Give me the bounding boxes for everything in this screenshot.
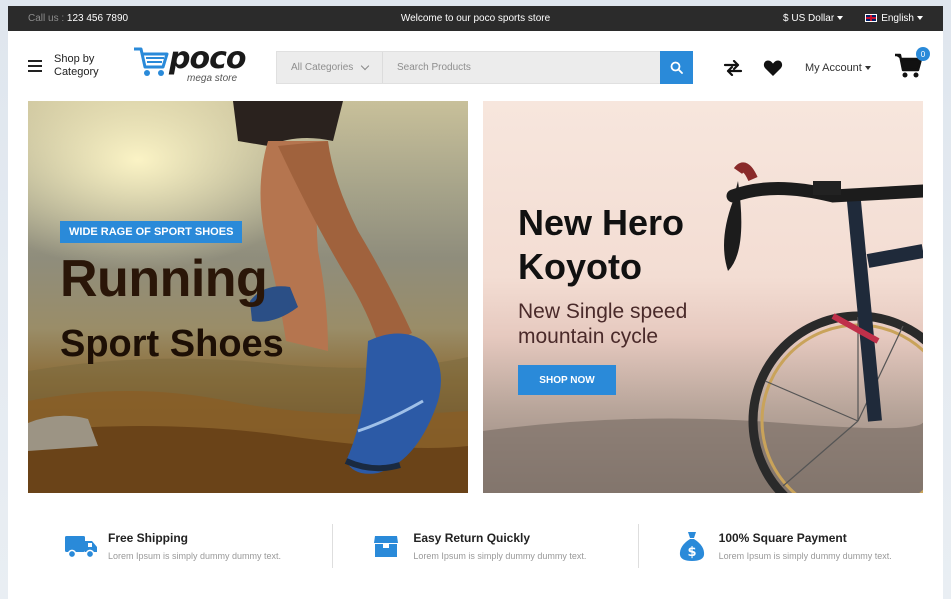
truck-icon — [64, 529, 98, 563]
svg-text:$: $ — [687, 545, 696, 560]
currency-selector[interactable]: $ US Dollar — [783, 13, 844, 24]
hamburger-icon — [28, 60, 42, 72]
phone-number[interactable]: 123 456 7890 — [67, 13, 128, 24]
feature-description: Lorem Ipsum is simply dummy dummy text. — [108, 551, 282, 561]
language-label: English — [881, 13, 914, 24]
feature-description: Lorem Ipsum is simply dummy dummy text. — [413, 551, 587, 561]
category-select[interactable]: All Categories — [277, 52, 383, 83]
running-shoes-banner[interactable]: WIDE RAGE OF SPORT SHOES Running Sport S… — [28, 101, 468, 493]
banner-subtitle: Sport Shoes — [60, 323, 284, 365]
cart-count-badge: 0 — [916, 47, 930, 61]
feature-title: Easy Return Quickly — [413, 531, 531, 545]
shop-by-category-button[interactable]: Shop by Category — [28, 53, 99, 79]
page-frame: Call us : 123 456 7890 Welcome to our po… — [8, 6, 943, 599]
top-bar: Call us : 123 456 7890 Welcome to our po… — [8, 6, 943, 31]
bicycle-banner[interactable]: New Hero Koyoto New Single speed mountai… — [483, 101, 923, 493]
caret-down-icon — [837, 16, 844, 21]
call-us-label: Call us : — [28, 13, 65, 24]
language-selector[interactable]: English — [865, 13, 923, 24]
menu-label-line2: Category — [54, 66, 99, 78]
feature-title: 100% Square Payment — [718, 531, 847, 545]
currency-label: $ US Dollar — [783, 13, 835, 24]
feature-description: Lorem Ipsum is simply dummy dummy text. — [718, 551, 892, 561]
compare-arrows-icon — [723, 60, 743, 76]
compare-button[interactable] — [721, 56, 745, 80]
caret-down-icon — [864, 66, 871, 71]
site-header: Shop by Category poco mega store All Cat… — [8, 31, 943, 101]
box-icon — [369, 529, 403, 563]
uk-flag-icon — [865, 14, 878, 23]
logo-tagline: mega store — [187, 73, 238, 84]
heart-icon — [763, 60, 783, 76]
search-button[interactable] — [660, 51, 693, 84]
feature-title: Free Shipping — [108, 531, 189, 545]
search-icon — [670, 61, 683, 74]
shop-now-button[interactable]: SHOP NOW — [518, 365, 616, 395]
chevron-down-icon — [360, 61, 370, 71]
banner-title: Running — [60, 250, 268, 308]
feature-easy-return: Easy Return Quickly Lorem Ipsum is simpl… — [332, 524, 637, 568]
banner-tag: WIDE RAGE OF SPORT SHOES — [60, 221, 243, 243]
caret-down-icon — [917, 16, 923, 21]
features-strip: Free Shipping Lorem Ipsum is simply dumm… — [8, 524, 943, 568]
money-bag-icon: $ — [675, 529, 709, 563]
store-logo[interactable]: poco mega store — [133, 41, 246, 84]
banner-title: New Hero Koyoto — [518, 202, 685, 287]
call-us: Call us : 123 456 7890 — [28, 13, 128, 24]
cart-logo-icon — [134, 47, 169, 76]
cart-button[interactable]: 0 — [894, 47, 930, 81]
search-input[interactable] — [383, 52, 660, 83]
wishlist-button[interactable] — [761, 56, 785, 80]
feature-free-shipping: Free Shipping Lorem Ipsum is simply dumm… — [8, 524, 332, 568]
feature-square-payment: $ 100% Square Payment Lorem Ipsum is sim… — [637, 524, 943, 568]
banner-subtitle: New Single speed mountain cycle — [518, 300, 688, 348]
search-bar: All Categories — [276, 51, 693, 84]
category-select-label: All Categories — [291, 62, 354, 73]
my-account-menu[interactable]: My Account — [805, 62, 871, 74]
bicycle-image — [483, 162, 923, 493]
menu-label-line1: Shop by — [54, 53, 95, 65]
logo-wordmark: poco — [169, 41, 246, 76]
my-account-label: My Account — [805, 62, 862, 74]
